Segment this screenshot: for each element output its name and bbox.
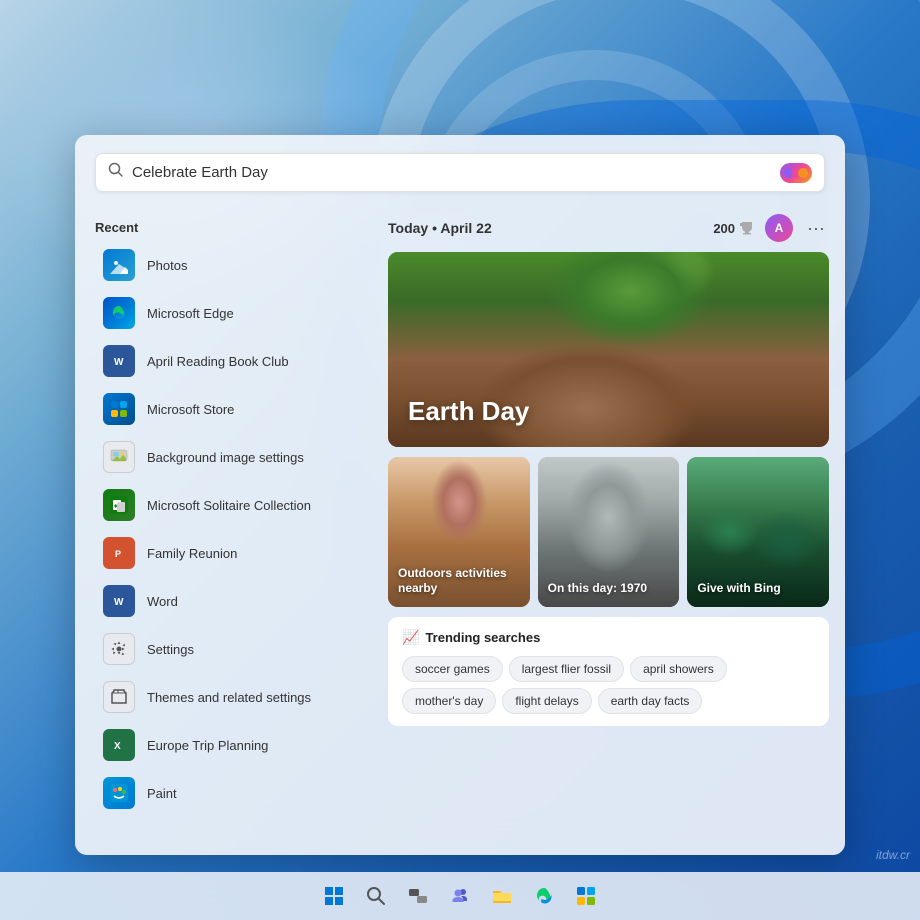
recent-item-edge[interactable]: Microsoft Edge: [83, 289, 372, 337]
pill-earth-day-facts[interactable]: earth day facts: [598, 688, 703, 714]
today-right-controls: 200 A ···: [713, 214, 829, 242]
trending-up-icon: 📈: [402, 629, 419, 646]
svg-text:X: X: [114, 741, 121, 752]
recent-item-family-reunion[interactable]: P Family Reunion: [83, 529, 372, 577]
europe-trip-label: Europe Trip Planning: [147, 738, 268, 753]
excel-icon: X: [103, 729, 135, 761]
start-menu: Recent Photos: [75, 135, 845, 855]
paint-label: Paint: [147, 786, 177, 801]
trending-pills: soccer games largest flier fossil april …: [402, 656, 815, 714]
search-bar[interactable]: [95, 153, 825, 192]
store-label: Microsoft Store: [147, 402, 234, 417]
recent-item-photos[interactable]: Photos: [83, 241, 372, 289]
bing-badge: [780, 163, 812, 183]
search-badges: [780, 163, 812, 183]
themes-icon: [103, 681, 135, 713]
give-with-bing-card[interactable]: Give with Bing: [687, 457, 829, 607]
edge-icon: [103, 297, 135, 329]
pill-april-showers[interactable]: april showers: [630, 656, 727, 682]
give-with-bing-label: Give with Bing: [697, 581, 780, 597]
word-doc-icon: W: [103, 345, 135, 377]
edge-label: Microsoft Edge: [147, 306, 234, 321]
search-icon: [108, 162, 124, 183]
settings-label: Settings: [147, 642, 194, 657]
trending-header: 📈 Trending searches: [402, 629, 815, 646]
photos-label: Photos: [147, 258, 187, 273]
watermark: itdw.cr: [876, 848, 910, 862]
pill-flight-delays[interactable]: flight delays: [502, 688, 591, 714]
taskbar: [0, 872, 920, 920]
windows-start-button[interactable]: [316, 878, 352, 914]
pill-largest-flier[interactable]: largest flier fossil: [509, 656, 624, 682]
task-view-button[interactable]: [400, 878, 436, 914]
outdoors-card[interactable]: Outdoors activities nearby: [388, 457, 530, 607]
pill-mothers-day[interactable]: mother's day: [402, 688, 496, 714]
svg-text:W: W: [114, 597, 124, 608]
recent-item-bg-settings[interactable]: Background image settings: [83, 433, 372, 481]
trending-title: Trending searches: [425, 630, 540, 645]
taskbar-teams-button[interactable]: [442, 878, 478, 914]
svg-text:♦: ♦: [114, 503, 118, 510]
recent-item-paint[interactable]: Paint: [83, 769, 372, 817]
recent-item-themes[interactable]: Themes and related settings: [83, 673, 372, 721]
photos-icon: [103, 249, 135, 281]
themes-label: Themes and related settings: [147, 690, 311, 705]
word-icon: W: [103, 585, 135, 617]
sub-cards-row: Outdoors activities nearby On this day: …: [388, 457, 829, 607]
today-header: Today • April 22 200 A: [388, 210, 829, 252]
right-panel: Today • April 22 200 A: [380, 202, 845, 855]
svg-text:W: W: [114, 357, 124, 368]
pill-soccer-games[interactable]: soccer games: [402, 656, 503, 682]
today-date: Today • April 22: [388, 220, 492, 236]
paint-icon: [103, 777, 135, 809]
search-input[interactable]: [132, 164, 780, 181]
bg-settings-label: Background image settings: [147, 450, 304, 465]
recent-item-europe-trip[interactable]: X Europe Trip Planning: [83, 721, 372, 769]
recent-item-word[interactable]: W Word: [83, 577, 372, 625]
taskbar-search-button[interactable]: [358, 878, 394, 914]
on-this-day-card[interactable]: On this day: 1970: [538, 457, 680, 607]
points-display: 200: [713, 220, 755, 236]
trending-section: 📈 Trending searches soccer games largest…: [388, 617, 829, 726]
recent-section-title: Recent: [75, 212, 380, 241]
store-icon: [103, 393, 135, 425]
book-club-label: April Reading Book Club: [147, 354, 289, 369]
taskbar-store-button[interactable]: [568, 878, 604, 914]
recent-item-book-club[interactable]: W April Reading Book Club: [83, 337, 372, 385]
ppt-icon: P: [103, 537, 135, 569]
svg-text:P: P: [115, 549, 121, 559]
trophy-icon: [739, 220, 755, 236]
settings-icon: [103, 633, 135, 665]
family-reunion-label: Family Reunion: [147, 546, 237, 561]
more-options-button[interactable]: ···: [803, 218, 829, 239]
earth-day-title: Earth Day: [408, 396, 529, 427]
earth-day-hero-card[interactable]: Earth Day: [388, 252, 829, 447]
word-label: Word: [147, 594, 178, 609]
taskbar-explorer-button[interactable]: [484, 878, 520, 914]
on-this-day-label: On this day: 1970: [548, 581, 647, 597]
bg-settings-icon: [103, 441, 135, 473]
recent-item-settings[interactable]: Settings: [83, 625, 372, 673]
recent-item-store[interactable]: Microsoft Store: [83, 385, 372, 433]
user-avatar[interactable]: A: [765, 214, 793, 242]
solitaire-label: Microsoft Solitaire Collection: [147, 498, 311, 513]
main-content: Recent Photos: [75, 202, 845, 855]
outdoors-label: Outdoors activities nearby: [398, 566, 530, 597]
taskbar-edge-button[interactable]: [526, 878, 562, 914]
solitaire-icon: ♦: [103, 489, 135, 521]
left-panel: Recent Photos: [75, 202, 380, 855]
recent-item-solitaire[interactable]: ♦ Microsoft Solitaire Collection: [83, 481, 372, 529]
